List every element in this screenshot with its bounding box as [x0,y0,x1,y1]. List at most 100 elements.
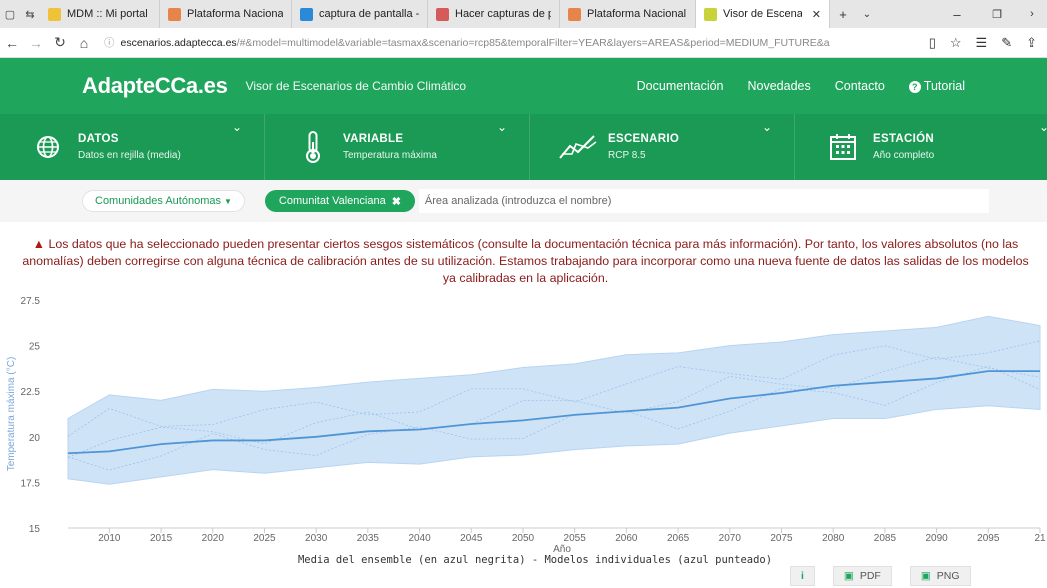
minimize-button[interactable]: – [937,0,977,28]
x-tick-label: 2065 [667,533,690,544]
tab-label: Plataforma Nacional de [587,8,687,20]
calendar-icon [819,127,867,167]
tab-label: MDM :: Mi portal [67,8,148,20]
browser-tab[interactable]: MDM :: Mi portal [40,0,160,28]
reading-view-icon[interactable]: ▯ [929,35,936,51]
export-buttons: i ▣ PDF ▣ PNG [790,566,971,586]
tab-label: Plataforma Nacional de [187,8,283,20]
tab-label: Visor de Escenarios [723,8,802,20]
selector-datos-title: DATOS [78,133,119,145]
tab-menu-chevron-icon[interactable]: ⌄ [856,0,878,28]
y-tick-label: 25 [29,342,41,353]
help-icon: ? [908,81,921,93]
new-tab-button[interactable]: + [830,0,856,28]
bias-warning-text: Los datos que ha seleccionado pueden pre… [22,237,1029,285]
nav-novedades[interactable]: Novedades [748,79,811,93]
nav-tutorial[interactable]: ? Tutorial [908,79,965,93]
x-tick-label: 2075 [770,533,793,544]
y-tick-label: 22.5 [21,387,41,398]
region-type-label: Comunidades Autónomas [95,195,221,207]
y-tick-label: 15 [29,524,41,535]
back-icon[interactable]: ← [0,35,24,51]
caret-down-icon: ▼ [223,196,232,206]
x-tick-label: 2020 [202,533,225,544]
pen-icon[interactable]: ✎ [1001,35,1012,51]
main-nav: Documentación Novedades Contacto ? Tutori… [637,79,965,93]
image-icon: ▣ [920,570,931,582]
x-tick-label: 21 [1034,533,1046,544]
pdf-icon: ▣ [843,570,854,582]
nav-contacto[interactable]: Contacto [835,79,885,93]
chevron-down-icon: ⌄ [761,120,772,134]
favorites-hub-icon[interactable]: ☰ [976,35,988,51]
area-search-input[interactable]: Área analizada (introduzca el nombre) [418,189,989,213]
x-tick-label: 2095 [977,533,1000,544]
restore-button[interactable]: ❐ [977,0,1017,28]
selected-region-label: Comunitat Valenciana [278,195,386,207]
selected-region-chip[interactable]: Comunitat Valenciana ✖ [264,190,415,212]
x-tick-label: 2045 [460,533,483,544]
x-tick-label: 2090 [925,533,948,544]
globe-icon [24,127,72,167]
site-logo[interactable]: AdapteCCa.es [82,73,228,99]
y-tick-label: 17.5 [21,478,41,489]
png-button[interactable]: ▣ PNG [909,566,971,586]
url-field[interactable]: ⓘ escenarios.adaptecca.es/#&model=multim… [96,32,919,54]
x-tick-label: 2085 [874,533,897,544]
tab-label: Hacer capturas de pant [455,8,551,20]
x-tick-label: 2025 [253,533,276,544]
browser-tab[interactable]: Plataforma Nacional de [560,0,696,28]
favorite-star-icon[interactable]: ☆ [950,35,962,51]
selector-escenario-value: RCP 8.5 [608,150,646,161]
favicon-icon [704,7,717,21]
x-tick-label: 2010 [98,533,121,544]
tab-actions-icon[interactable]: ▢ [0,0,20,28]
thermometer-icon [289,127,337,167]
nav-tutorial-label: Tutorial [923,79,965,93]
browser-tab[interactable]: Hacer capturas de pant [428,0,560,28]
selector-variable[interactable]: VARIABLE Temperatura máxima ⌄ [265,114,530,180]
y-tick-label: 27.5 [21,296,41,307]
site-header: AdapteCCa.es Visor de Escenarios de Camb… [0,58,1047,114]
chevron-down-icon: ⌄ [231,120,242,134]
share-icon[interactable]: ⇪ [1026,35,1037,51]
selector-variable-value: Temperatura máxima [343,150,437,161]
nav-documentacion[interactable]: Documentación [637,79,724,93]
pdf-button[interactable]: ▣ PDF [832,566,892,586]
home-icon[interactable]: ⌂ [72,35,96,51]
selector-escenario[interactable]: ESCENARIO RCP 8.5 ⌄ [530,114,795,180]
selector-datos[interactable]: DATOS Datos en rejilla (media) ⌄ [0,114,265,180]
x-tick-label: 2030 [305,533,328,544]
info-button[interactable]: i [790,566,815,586]
x-tick-label: 2070 [719,533,742,544]
forward-icon[interactable]: → [24,35,48,51]
tab-preview-icon[interactable]: ⇆ [20,0,40,28]
close-tab-icon[interactable]: ✕ [812,8,821,21]
refresh-icon[interactable]: ↻ [48,34,72,51]
chevron-down-icon: ⌄ [496,120,507,134]
selector-estacion[interactable]: ESTACIÓN Año completo ⌄ [795,114,1047,180]
browser-tab[interactable]: Visor de Escenarios ✕ [696,0,830,28]
model-range-band [67,315,1041,485]
more-tabs-icon[interactable]: › [1017,0,1047,28]
selector-escenario-title: ESCENARIO [608,133,680,145]
selector-variable-title: VARIABLE [343,133,404,145]
region-type-dropdown[interactable]: Comunidades Autónomas ▼ [82,190,245,212]
tab-list: MDM :: Mi portal Plataforma Nacional de ca… [40,0,830,28]
favicon-icon [48,7,61,21]
chart-caption: Media del ensemble (en azul negrita) - M… [298,554,772,566]
selector-estacion-title: ESTACIÓN [873,133,934,145]
trend-icon [554,127,602,167]
warning-icon: ▲ [32,237,46,251]
remove-chip-icon[interactable]: ✖ [392,195,401,208]
browser-tab[interactable]: Plataforma Nacional de [160,0,292,28]
favicon-icon [168,7,181,21]
browser-tab-bar: ▢ ⇆ MDM :: Mi portal Plataforma Nacional … [0,0,1047,28]
bias-warning: ▲ Los datos que ha seleccionado pueden p… [18,236,1033,287]
selector-estacion-value: Año completo [873,150,935,161]
area-filter-bar: Comunidades Autónomas ▼ Comunitat Valenci… [0,180,1047,222]
browser-tab[interactable]: captura de pantalla - Bi [292,0,428,28]
x-tick-label: 2055 [564,533,587,544]
favicon-icon [568,7,581,21]
y-axis-label: Temperatura máxima (°C) [6,357,17,472]
